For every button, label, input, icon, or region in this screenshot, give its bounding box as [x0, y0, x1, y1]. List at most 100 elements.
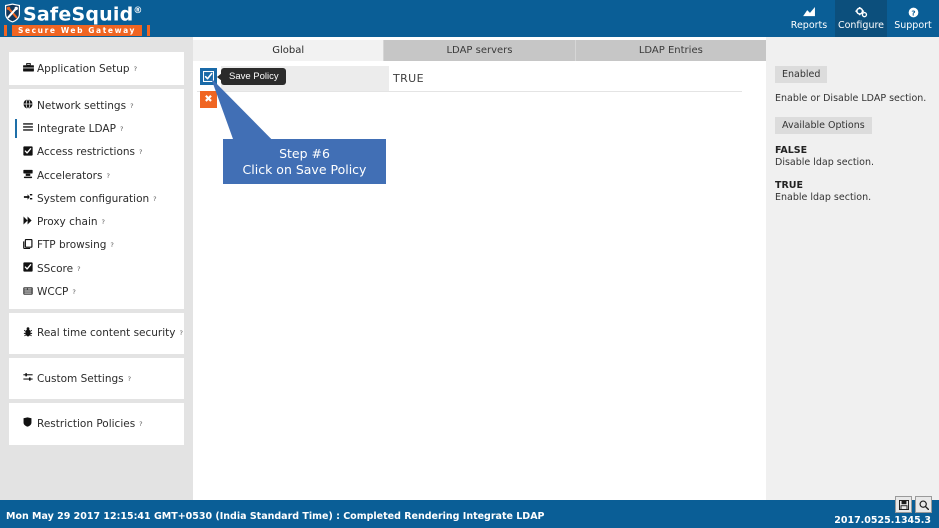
sidebar-label-sscore: SScore — [37, 263, 73, 275]
nav-item-reports[interactable]: Reports — [783, 0, 835, 37]
app-header: SafeSquid® Secure Web Gateway Reports — [0, 0, 939, 37]
help-icon[interactable]: ? — [106, 172, 109, 180]
help-option-desc-true: Enable ldap section. — [775, 192, 931, 204]
sidebar-label-restriction-policies: Restriction Policies — [37, 418, 135, 430]
help-icon[interactable]: ? — [153, 195, 156, 203]
callout-instruction: Click on Save Policy — [243, 162, 367, 178]
status-message: Mon May 29 2017 12:15:41 GMT+0530 (India… — [6, 511, 545, 522]
brand-tagline: Secure Web Gateway — [18, 25, 136, 36]
version-label: 2017.0525.1345.3 — [834, 515, 931, 526]
logo-row: SafeSquid® — [2, 1, 152, 24]
sidebar-item-real-time-content-security[interactable]: Real time content security ? — [9, 322, 184, 345]
setting-value: TRUE — [393, 72, 424, 85]
help-circle-icon: ? — [908, 7, 919, 19]
help-panel: Enabled Enable or Disable LDAP section. … — [766, 37, 939, 500]
shield-tools-icon — [4, 3, 21, 23]
search-icon[interactable] — [915, 496, 932, 513]
tab-ldap-servers[interactable]: LDAP servers — [384, 40, 575, 61]
tab-ldap-entries[interactable]: LDAP Entries — [576, 40, 766, 61]
sidebar-label-network-settings: Network settings — [37, 100, 126, 112]
sidebar-label-wccp: WCCP — [37, 286, 68, 298]
annotation-overlay: Step #6 Click on Save Policy — [193, 61, 766, 500]
sidebar-item-restriction-policies[interactable]: Restriction Policies ? — [9, 412, 184, 435]
sidebar-label-ftp-browsing: FTP browsing — [37, 239, 106, 251]
checkbox-icon — [23, 146, 36, 159]
checked-checkbox-icon[interactable] — [200, 68, 217, 85]
sidebar-item-wccp[interactable]: WCCP ? — [9, 280, 184, 303]
brand-logo[interactable]: SafeSquid® Secure Web Gateway — [2, 1, 152, 37]
help-icon[interactable]: ? — [180, 329, 183, 337]
help-icon[interactable]: ? — [130, 102, 133, 110]
sidebar-label-custom-settings: Custom Settings — [37, 373, 124, 385]
sidebar-item-proxy-chain[interactable]: Proxy chain ? — [9, 210, 184, 233]
sidebar-group-policies: Restriction Policies ? — [9, 403, 184, 444]
nav-item-configure[interactable]: Configure — [835, 0, 887, 37]
chart-icon — [803, 7, 816, 19]
brand-name: SafeSquid® — [23, 1, 143, 24]
left-sidebar: Application Setup ? Network settings ? I… — [0, 37, 193, 500]
help-icon[interactable]: ? — [120, 125, 123, 133]
help-option-desc-false: Disable ldap section. — [775, 157, 931, 169]
tagline-cap-right — [142, 25, 147, 36]
bug-icon — [23, 327, 36, 340]
help-option-term-true: TRUE — [775, 180, 931, 192]
files-icon — [23, 239, 36, 252]
help-icon[interactable]: ? — [102, 218, 105, 226]
sidebar-group-custom: Custom Settings ? — [9, 358, 184, 399]
help-icon[interactable]: ? — [72, 288, 75, 296]
sidebar-item-accelerators[interactable]: Accelerators ? — [9, 164, 184, 187]
sliders-icon — [23, 373, 36, 384]
checkbox-icon — [23, 262, 36, 275]
tab-global[interactable]: Global — [193, 40, 384, 61]
sidebar-label-accelerators: Accelerators — [37, 170, 102, 182]
help-icon[interactable]: ? — [77, 265, 80, 273]
registered-mark: ® — [133, 6, 142, 16]
sidebar-label-system-configuration: System configuration — [37, 193, 149, 205]
sidebar-item-custom-settings[interactable]: Custom Settings ? — [9, 367, 184, 390]
sidebar-label-integrate-ldap: Integrate LDAP — [37, 123, 116, 135]
nav-item-support[interactable]: ? Support — [887, 0, 939, 37]
brand-tagline-bar: Secure Web Gateway — [4, 25, 150, 36]
nav-label-reports: Reports — [791, 20, 827, 31]
sidebar-item-sscore[interactable]: SScore ? — [9, 257, 184, 280]
server-icon — [23, 169, 36, 182]
rows-icon — [23, 287, 36, 298]
wrench-icon — [23, 192, 36, 205]
globe-icon — [23, 99, 36, 112]
sidebar-item-system-configuration[interactable]: System configuration ? — [9, 187, 184, 210]
sidebar-item-network-settings[interactable]: Network settings ? — [9, 94, 184, 117]
save-policy-tooltip: Save Policy — [221, 68, 286, 85]
close-x-icon: ✖ — [204, 95, 212, 105]
help-icon[interactable]: ? — [139, 420, 142, 428]
help-icon[interactable]: ? — [128, 375, 131, 383]
footer-buttons — [895, 496, 932, 513]
help-icon[interactable]: ? — [134, 65, 137, 73]
save-disk-icon[interactable] — [895, 496, 912, 513]
sidebar-item-access-restrictions[interactable]: Access restrictions ? — [9, 141, 184, 164]
sidebar-label-real-time-content-security: Real time content security — [37, 327, 176, 339]
sidebar-item-ftp-browsing[interactable]: FTP browsing ? — [9, 234, 184, 257]
top-navigation: Reports Configure — [783, 0, 939, 37]
checkmark-glyph — [203, 71, 214, 82]
sidebar-group-application: Application Setup ? — [9, 52, 184, 85]
help-options-header: Available Options — [775, 113, 931, 134]
help-options-list: FALSE Disable ldap section. TRUE Enable … — [775, 145, 931, 204]
callout-step-number: Step #6 — [279, 146, 330, 162]
tagline-cap-left — [7, 25, 12, 36]
shield-icon — [23, 417, 36, 430]
app-window: SafeSquid® Secure Web Gateway Reports — [0, 0, 939, 528]
sidebar-item-application-setup[interactable]: Application Setup ? — [9, 52, 184, 85]
svg-text:?: ? — [911, 8, 915, 17]
briefcase-icon — [23, 63, 36, 75]
help-icon[interactable]: ? — [110, 241, 113, 249]
help-icon[interactable]: ? — [139, 148, 142, 156]
gears-icon — [855, 7, 868, 19]
nav-label-configure: Configure — [838, 20, 884, 31]
help-title-chip: Enabled — [775, 66, 827, 83]
sidebar-item-integrate-ldap[interactable]: Integrate LDAP ? — [9, 117, 184, 140]
delete-row-button[interactable]: ✖ — [200, 91, 217, 108]
help-description: Enable or Disable LDAP section. — [775, 92, 931, 105]
help-options-chip: Available Options — [775, 117, 872, 134]
status-bar: Mon May 29 2017 12:15:41 GMT+0530 (India… — [0, 500, 939, 528]
sidebar-label-proxy-chain: Proxy chain — [37, 216, 98, 228]
